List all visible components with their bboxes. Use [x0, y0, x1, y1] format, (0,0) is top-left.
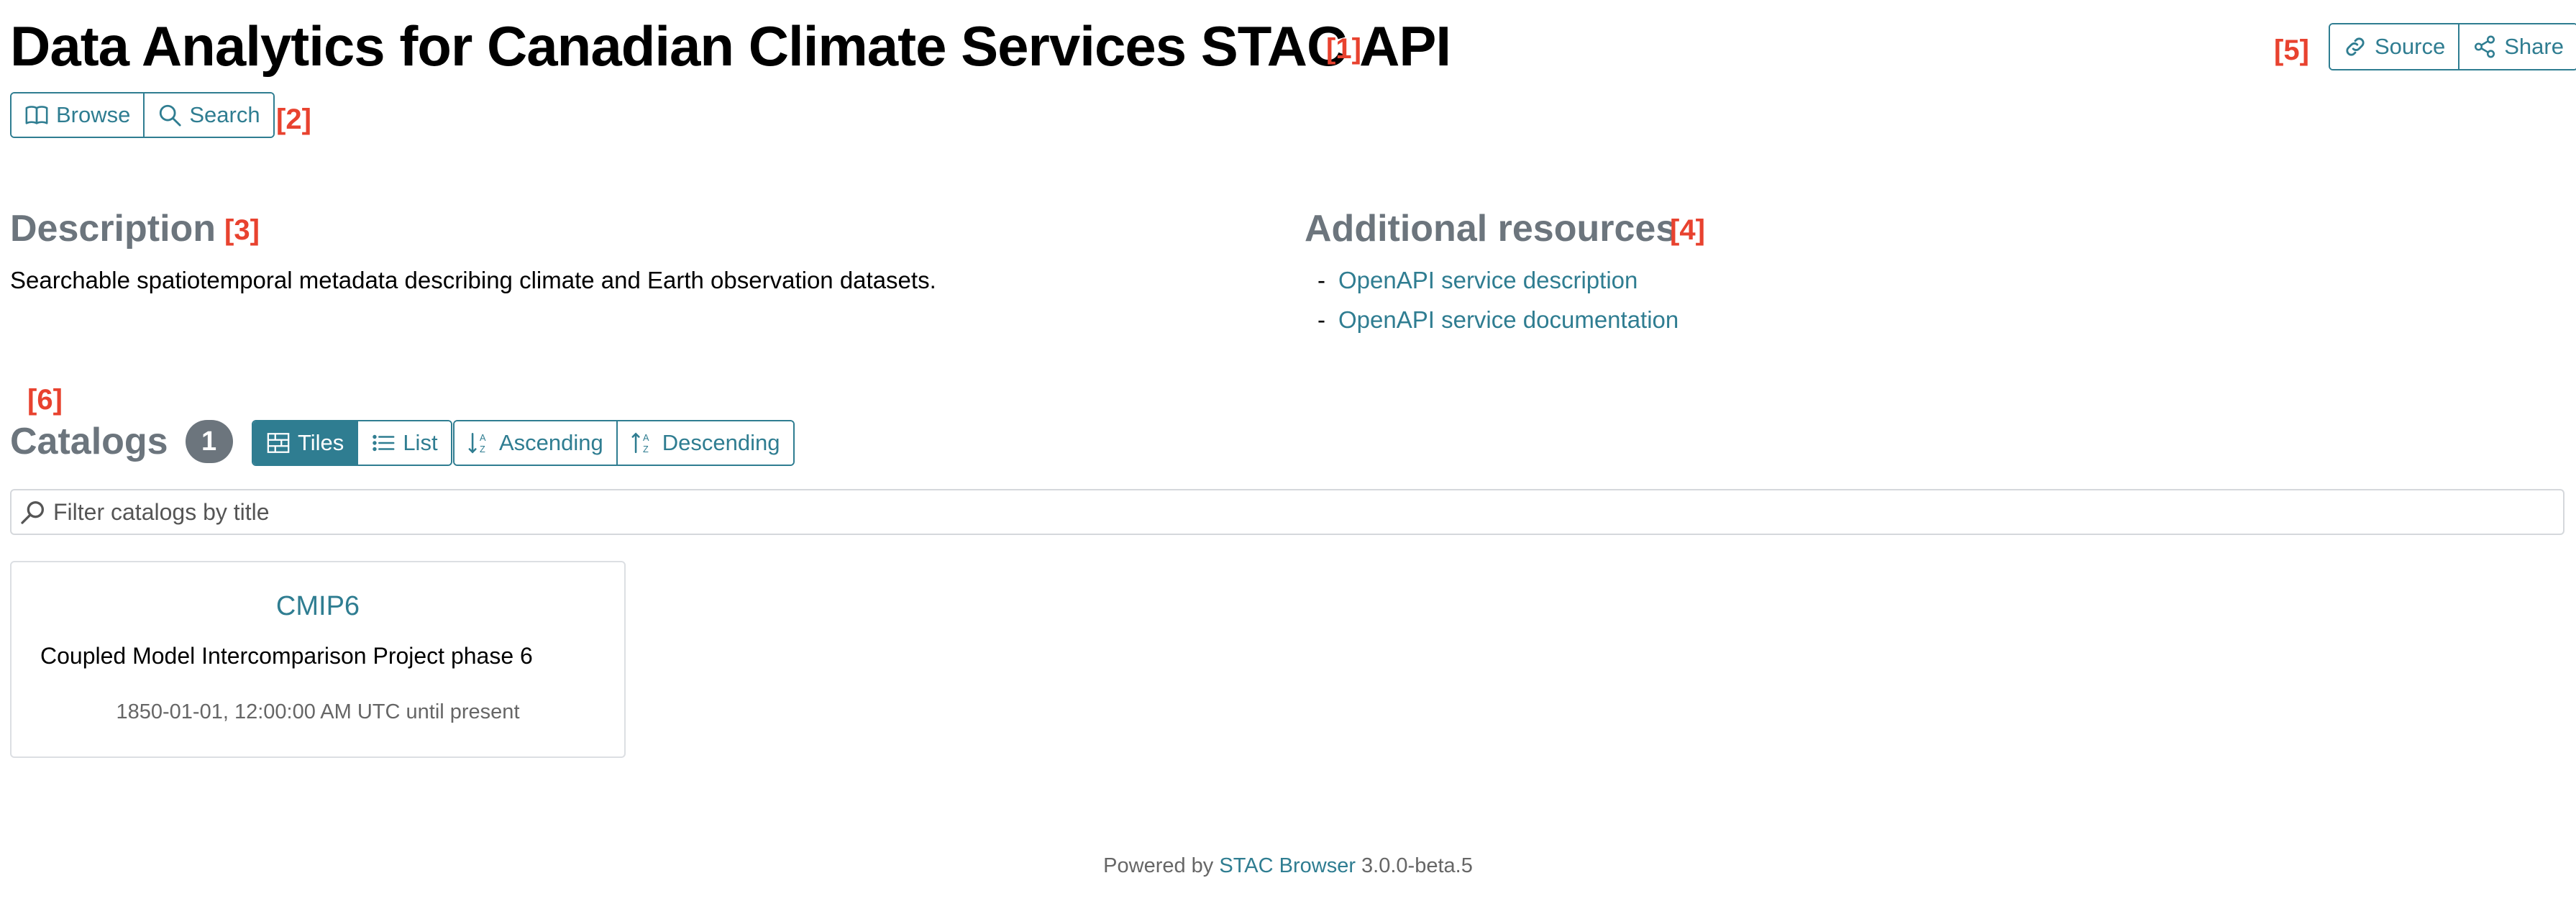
resources-list: - OpenAPI service description - OpenAPI … — [1317, 260, 1678, 339]
list-view-button[interactable]: List — [357, 421, 451, 465]
catalogs-heading: Catalogs — [10, 421, 168, 462]
source-label: Source — [2375, 34, 2446, 59]
link-icon — [2346, 37, 2365, 56]
catalog-filter-input[interactable] — [47, 490, 2563, 534]
sort-toggle: AZ Ascending AZ Descending — [453, 420, 795, 466]
catalog-card[interactable]: CMIP6 Coupled Model Intercomparison Proj… — [10, 561, 626, 758]
browse-label: Browse — [56, 102, 131, 127]
list-item: - OpenAPI service documentation — [1317, 300, 1678, 339]
grid-icon — [267, 433, 290, 453]
tiles-view-button[interactable]: Tiles — [253, 421, 357, 465]
ascending-label: Ascending — [499, 430, 603, 455]
catalog-temporal-extent: 1850-01-01, 12:00:00 AM UTC until presen… — [116, 700, 520, 723]
svg-text:A: A — [480, 432, 486, 443]
magnifier-icon — [21, 501, 44, 524]
list-icon — [373, 434, 395, 452]
browse-button[interactable]: Browse — [12, 93, 144, 137]
resources-heading: Additional resources — [1305, 208, 1677, 250]
page-title: Data Analytics for Canadian Climate Serv… — [10, 14, 1451, 78]
search-button[interactable]: Search — [143, 93, 273, 137]
search-label: Search — [189, 102, 260, 127]
openapi-documentation-link[interactable]: OpenAPI service documentation — [1338, 306, 1678, 334]
list-label: List — [403, 430, 438, 455]
header-actions: Source Share — [2329, 23, 2576, 70]
catalog-description: Coupled Model Intercomparison Project ph… — [40, 643, 533, 669]
svg-text:Z: Z — [480, 444, 485, 454]
tiles-label: Tiles — [298, 430, 344, 455]
catalog-filter — [10, 489, 2564, 535]
view-toggle: Tiles List — [252, 420, 452, 466]
annotation-marker: [1] — [1326, 33, 1361, 65]
catalogs-header: Catalogs 1 — [10, 420, 233, 463]
sort-ascending-icon: AZ — [468, 432, 486, 454]
stac-browser-link[interactable]: STAC Browser — [1219, 854, 1356, 877]
annotation-marker: [5] — [2274, 35, 2309, 66]
description-heading: Description — [10, 208, 216, 250]
svg-text:Z: Z — [643, 444, 649, 454]
sort-descending-icon: AZ — [631, 432, 649, 454]
main-nav: Browse Search — [10, 92, 275, 138]
search-icon — [160, 104, 181, 127]
book-icon — [25, 106, 48, 124]
annotation-marker: [2] — [276, 104, 311, 135]
share-label: Share — [2504, 34, 2564, 59]
annotation-marker: [3] — [224, 214, 260, 246]
annotation-marker: [4] — [1670, 214, 1705, 246]
source-button[interactable]: Source — [2330, 24, 2459, 69]
svg-text:A: A — [643, 432, 649, 443]
list-bullet: - — [1317, 306, 1325, 333]
openapi-description-link[interactable]: OpenAPI service description — [1338, 267, 1638, 294]
description-text: Searchable spatiotemporal metadata descr… — [10, 267, 936, 293]
catalog-title[interactable]: CMIP6 — [12, 591, 624, 622]
sort-descending-button[interactable]: AZ Descending — [616, 421, 793, 465]
catalog-count-badge: 1 — [185, 420, 233, 463]
list-item: - OpenAPI service description — [1317, 260, 1678, 300]
share-button[interactable]: Share — [2458, 24, 2576, 69]
footer-version: 3.0.0-beta.5 — [1361, 854, 1473, 877]
annotation-marker: [6] — [27, 384, 63, 416]
footer: Powered by STAC Browser 3.0.0-beta.5 — [0, 854, 2576, 878]
sort-ascending-button[interactable]: AZ Ascending — [455, 421, 616, 465]
footer-prefix: Powered by — [1103, 854, 1214, 877]
descending-label: Descending — [662, 430, 780, 455]
list-bullet: - — [1317, 266, 1325, 293]
share-icon — [2475, 35, 2495, 58]
